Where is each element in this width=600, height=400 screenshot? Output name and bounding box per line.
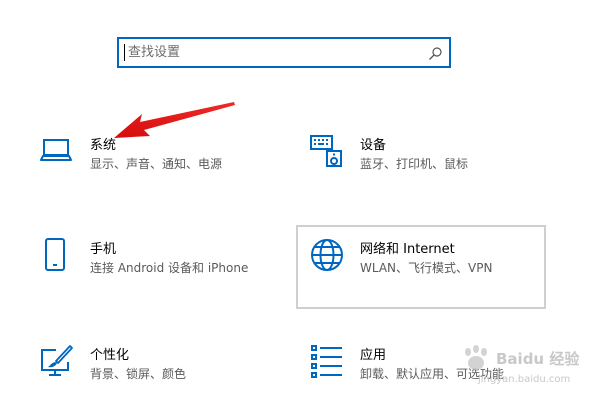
search-icon[interactable]	[428, 46, 443, 61]
search-placeholder: 查找设置	[128, 45, 181, 60]
category-title: 手机	[90, 242, 117, 257]
red-arrow-annotation	[114, 102, 235, 138]
watermark-text: Baidu 经验	[496, 350, 580, 368]
category-network[interactable]: 网络和 Internet WLAN、飞行模式、VPN	[310, 238, 540, 278]
category-desc: 背景、锁屏、颜色	[90, 367, 187, 381]
paint-monitor-icon	[41, 345, 73, 376]
category-desc: WLAN、飞行模式、VPN	[360, 261, 493, 275]
category-title: 应用	[360, 348, 387, 363]
category-devices[interactable]: 设备 蓝牙、打印机、鼠标	[310, 134, 550, 174]
category-title: 个性化	[90, 348, 130, 363]
phone-icon	[45, 238, 65, 271]
text-caret	[124, 44, 125, 61]
laptop-icon	[40, 139, 72, 161]
category-title: 网络和 Internet	[360, 242, 455, 257]
watermark: Baidu 经验 jingyan.baidu.com	[458, 340, 598, 395]
category-desc: 蓝牙、打印机、鼠标	[360, 157, 469, 171]
globe-icon	[311, 239, 343, 271]
category-title: 设备	[360, 138, 387, 153]
category-desc: 显示、声音、通知、电源	[90, 157, 223, 171]
category-personalization[interactable]: 个性化 背景、锁屏、颜色	[40, 344, 260, 384]
keyboard-speaker-icon	[310, 135, 342, 167]
app-list-icon	[311, 345, 342, 378]
search-box[interactable]: 查找设置	[117, 37, 451, 68]
watermark-subtext: jingyan.baidu.com	[478, 374, 571, 385]
paw-logo-icon	[465, 345, 487, 370]
category-desc: 连接 Android 设备和 iPhone	[90, 261, 249, 275]
category-phone[interactable]: 手机 连接 Android 设备和 iPhone	[40, 238, 280, 278]
